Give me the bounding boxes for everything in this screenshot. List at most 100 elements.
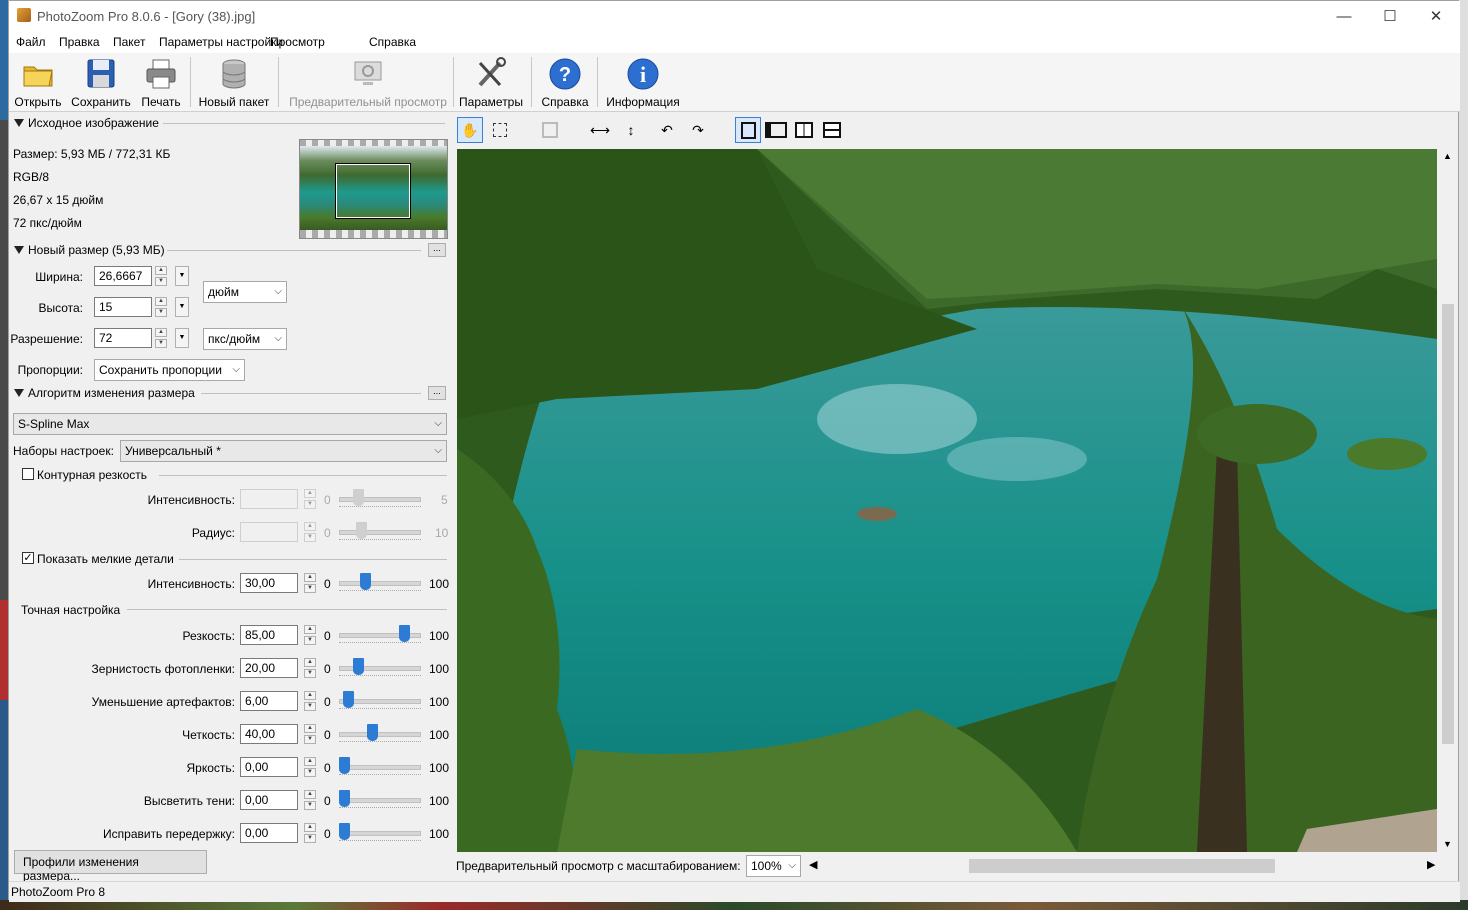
contour-intensity-spinner[interactable]: ▲ ▼: [304, 489, 316, 509]
maximize-button[interactable]: ☐: [1367, 1, 1413, 31]
resolution-unit-select[interactable]: пкс/дюйм ⌵: [203, 328, 287, 350]
contour-checkbox[interactable]: [22, 468, 34, 480]
height-spinner[interactable]: ▲ ▼: [155, 297, 167, 317]
slider-thumb[interactable]: [356, 522, 367, 539]
resolution-input[interactable]: 72: [94, 328, 152, 348]
resolution-dropdown[interactable]: ▼: [175, 328, 189, 348]
preview-image[interactable]: [457, 149, 1437, 852]
width-input[interactable]: 26,6667: [94, 266, 152, 286]
settings-button[interactable]: Параметры: [457, 55, 525, 109]
fine-row-spinner[interactable]: ▲ ▼: [304, 691, 316, 711]
fine-row-slider[interactable]: [339, 691, 421, 711]
height-input[interactable]: 15: [94, 297, 152, 317]
details-checkbox[interactable]: ✓: [22, 552, 34, 564]
fine-row-slider[interactable]: [339, 790, 421, 810]
stacked-view-button[interactable]: [819, 117, 845, 143]
info-button[interactable]: i Информация: [603, 55, 683, 109]
fine-row-input[interactable]: 20,00: [240, 658, 298, 678]
width-spinner[interactable]: ▲ ▼: [155, 266, 167, 286]
single-view-button[interactable]: [735, 117, 761, 143]
scroll-up-icon[interactable]: ▲: [1443, 151, 1452, 161]
slider-thumb[interactable]: [353, 658, 364, 675]
slider-thumb[interactable]: [367, 724, 378, 741]
crop-button[interactable]: [537, 117, 563, 143]
menu-settings[interactable]: Параметры настройки: [159, 35, 283, 49]
contour-intensity-input[interactable]: [240, 489, 298, 509]
scroll-left-icon[interactable]: ◀: [809, 858, 817, 871]
fine-row-slider[interactable]: [339, 823, 421, 843]
unit-select[interactable]: дюйм ⌵: [203, 281, 287, 303]
fine-row-input[interactable]: 85,00: [240, 625, 298, 645]
menu-edit[interactable]: Правка: [59, 35, 100, 49]
presets-select[interactable]: Универсальный * ⌵: [120, 440, 447, 462]
resize-profiles-button[interactable]: Профили изменения размера...: [14, 850, 207, 883]
fine-row-slider[interactable]: [339, 757, 421, 777]
vertical-scrollbar[interactable]: ▲ ▼: [1439, 149, 1457, 852]
split-view-button[interactable]: [763, 117, 789, 143]
horizontal-scroll-thumb[interactable]: [969, 859, 1275, 873]
fit-width-button[interactable]: ⟷: [587, 117, 613, 143]
slider-thumb[interactable]: [339, 823, 350, 840]
fine-row-spinner[interactable]: ▲ ▼: [304, 757, 316, 777]
help-button[interactable]: ? Справка: [537, 55, 593, 109]
fine-row-input[interactable]: 6,00: [240, 691, 298, 711]
fine-row-spinner[interactable]: ▲ ▼: [304, 724, 316, 744]
fine-row-spinner[interactable]: ▲ ▼: [304, 823, 316, 843]
height-dropdown[interactable]: ▼: [175, 297, 189, 317]
contour-label[interactable]: Контурная резкость: [37, 468, 147, 482]
details-label[interactable]: Показать мелкие детали: [37, 552, 174, 566]
slider-thumb[interactable]: [399, 625, 410, 642]
fine-row-input[interactable]: 0,00: [240, 790, 298, 810]
slider-thumb[interactable]: [339, 757, 350, 774]
details-intensity-input[interactable]: 30,00: [240, 573, 298, 593]
new-size-section-header[interactable]: Новый размер (5,93 МБ): [14, 243, 165, 257]
scroll-right-icon[interactable]: ▶: [1427, 858, 1435, 871]
slider-thumb[interactable]: [353, 489, 364, 506]
zoom-select[interactable]: 100% ⌵: [746, 855, 801, 877]
fine-row-spinner[interactable]: ▲ ▼: [304, 625, 316, 645]
select-tool-button[interactable]: [487, 117, 513, 143]
contour-radius-input[interactable]: [240, 522, 298, 542]
print-button[interactable]: Печать: [137, 55, 185, 109]
fit-height-button[interactable]: ↕: [618, 117, 644, 143]
fine-row-input[interactable]: 0,00: [240, 757, 298, 777]
rotate-right-button[interactable]: ↷: [685, 117, 711, 143]
rotate-left-button[interactable]: ↶: [654, 117, 680, 143]
algorithm-more-button[interactable]: ...: [428, 386, 446, 400]
close-button[interactable]: ✕: [1413, 1, 1459, 31]
fine-row-spinner[interactable]: ▲ ▼: [304, 790, 316, 810]
fine-row-slider[interactable]: [339, 625, 421, 645]
viewport-rectangle[interactable]: [335, 163, 411, 219]
slider-thumb[interactable]: [343, 691, 354, 708]
side-by-side-button[interactable]: [791, 117, 817, 143]
width-dropdown[interactable]: ▼: [175, 266, 189, 286]
slider-thumb[interactable]: [360, 573, 371, 590]
menu-view[interactable]: Просмотр: [270, 35, 325, 49]
menu-file[interactable]: Файл: [16, 35, 46, 49]
details-intensity-spinner[interactable]: ▲ ▼: [304, 573, 316, 593]
fine-row-input[interactable]: 40,00: [240, 724, 298, 744]
source-section-header[interactable]: Исходное изображение: [14, 116, 159, 130]
fine-row-spinner[interactable]: ▲ ▼: [304, 658, 316, 678]
scroll-down-icon[interactable]: ▼: [1443, 839, 1452, 849]
contour-radius-slider[interactable]: [339, 522, 421, 542]
fine-row-input[interactable]: 0,00: [240, 823, 298, 843]
navigator-thumbnail[interactable]: [299, 139, 448, 239]
preview-button[interactable]: Предварительный просмотр: [287, 55, 449, 109]
details-intensity-slider[interactable]: [339, 573, 421, 593]
title-bar[interactable]: PhotoZoom Pro 8.0.6 - [Gory (38).jpg] — …: [9, 1, 1460, 31]
new-size-more-button[interactable]: ...: [428, 243, 446, 257]
hand-tool-button[interactable]: ✋: [457, 117, 483, 143]
contour-radius-spinner[interactable]: ▲ ▼: [304, 522, 316, 542]
minimize-button[interactable]: —: [1321, 1, 1367, 31]
algorithm-section-header[interactable]: Алгоритм изменения размера: [14, 386, 195, 400]
resolution-spinner[interactable]: ▲ ▼: [155, 328, 167, 348]
fine-row-slider[interactable]: [339, 724, 421, 744]
proportions-select[interactable]: Сохранить пропорции ⌵: [94, 359, 245, 381]
save-button[interactable]: Сохранить: [69, 55, 133, 109]
open-button[interactable]: Открыть: [12, 55, 64, 109]
contour-intensity-slider[interactable]: [339, 489, 421, 509]
menu-batch[interactable]: Пакет: [113, 35, 145, 49]
slider-thumb[interactable]: [339, 790, 350, 807]
vertical-scroll-thumb[interactable]: [1442, 304, 1454, 744]
